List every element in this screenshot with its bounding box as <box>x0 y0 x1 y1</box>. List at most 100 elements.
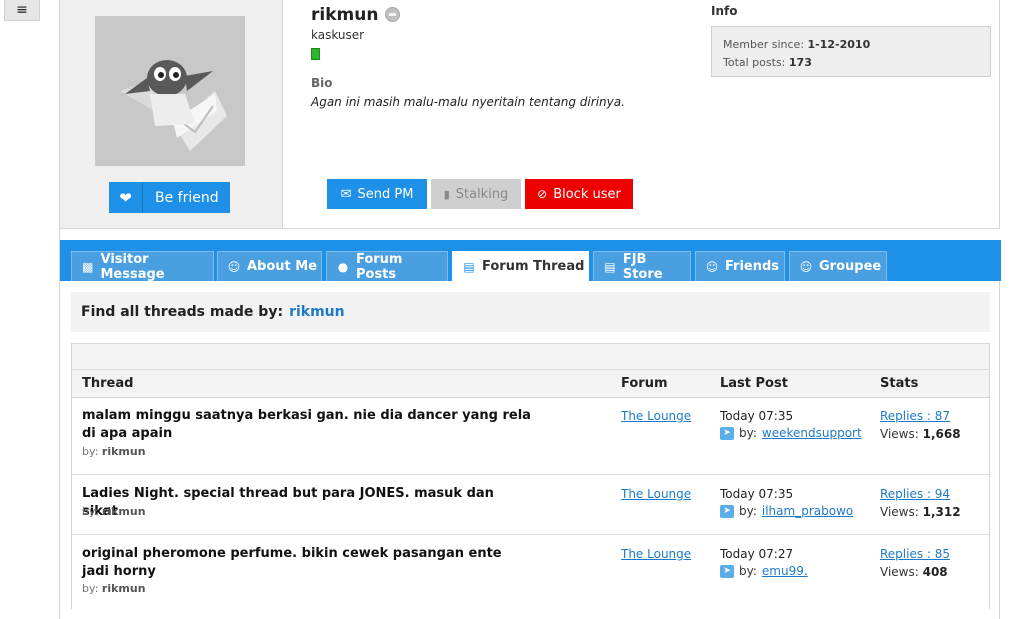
heart-icon: ❤ <box>109 182 143 213</box>
find-threads-bar: Find all threads made by: rikmun <box>71 292 990 332</box>
thread-author: by: rikmun <box>82 505 146 518</box>
views-label: Views: <box>880 565 919 579</box>
person-icon: ☺ <box>705 259 719 274</box>
tab-forum-thread[interactable]: ▤ Forum Thread <box>452 251 589 281</box>
forum-link[interactable]: The Lounge <box>621 409 691 423</box>
stalking-label: Stalking <box>455 186 509 202</box>
speech-bubble-icon: ● <box>337 259 349 274</box>
send-pm-button[interactable]: ✉ Send PM <box>327 179 427 209</box>
author-name[interactable]: rikmun <box>102 505 146 518</box>
kaskus-mascot-avatar-icon <box>95 16 245 166</box>
tab-fjb-store[interactable]: ▤ FJB Store <box>593 251 691 282</box>
by-label: by: <box>739 564 757 578</box>
tab-visitor-message[interactable]: ▩ Visitor Message <box>71 251 214 282</box>
header-forum: Forum <box>621 376 668 391</box>
block-user-button[interactable]: ⊘ Block user <box>525 179 633 209</box>
last-post-by: ➤ by: weekendsupport <box>720 426 862 440</box>
thread-title-link[interactable]: original pheromone perfume. bikin cewek … <box>82 545 532 581</box>
thread-title-link[interactable]: Ladies Night. special thread but para JO… <box>82 485 532 521</box>
avatar <box>95 16 245 166</box>
header-last-post: Last Post <box>720 376 788 391</box>
tab-friends[interactable]: ☺ Friends <box>695 251 785 281</box>
person-icon: ☺ <box>227 259 241 274</box>
views-value: 1,312 <box>922 505 961 519</box>
calendar-icon: ▤ <box>463 259 475 274</box>
last-poster-link[interactable]: ilham_prabowo <box>762 504 853 518</box>
offline-status-icon <box>385 7 400 22</box>
profile-tabs-section: ▩ Visitor Message ☺ About Me ● Forum Pos… <box>59 240 1001 619</box>
replies-link[interactable]: Replies : 87 <box>880 409 950 423</box>
header-thread: Thread <box>82 376 134 391</box>
member-since-value: 1-12-2010 <box>807 38 871 51</box>
by-label: by: <box>82 505 99 518</box>
bookmark-icon: ▮ <box>443 187 450 201</box>
tab-label: Forum Thread <box>482 259 585 274</box>
tab-bar: ▩ Visitor Message ☺ About Me ● Forum Pos… <box>60 240 1001 282</box>
table-row: original pheromone perfume. bikin cewek … <box>72 535 989 611</box>
last-post-by: ➤ by: emu99. <box>720 564 808 578</box>
total-posts-row: Total posts: 173 <box>723 54 979 72</box>
thread-author: by: rikmun <box>82 445 146 458</box>
author-name[interactable]: rikmun <box>102 582 146 595</box>
last-post-time: Today 07:35 <box>720 487 794 501</box>
find-label: Find all threads made by: <box>81 304 284 320</box>
reputation-bar <box>311 48 320 60</box>
forum-link[interactable]: The Lounge <box>621 487 691 501</box>
last-post-time: Today 07:27 <box>720 547 794 561</box>
block-user-label: Block user <box>553 186 621 202</box>
table-row: malam minggu saatnya berkasi gan. nie di… <box>72 398 989 475</box>
last-poster-link[interactable]: emu99. <box>762 564 808 578</box>
eye-slash-icon: ⊘ <box>537 187 548 201</box>
views-value: 1,668 <box>922 427 961 441</box>
last-post-by: ➤ by: ilham_prabowo <box>720 504 853 518</box>
by-label: by: <box>82 582 99 595</box>
info-label: Info <box>711 4 738 18</box>
member-since-label: Member since: <box>723 38 805 51</box>
bio-text: Agan ini masih malu-malu nyeritain tenta… <box>311 95 625 109</box>
go-to-last-post-icon[interactable]: ➤ <box>720 564 734 578</box>
views-count: Views: 408 <box>880 565 948 579</box>
views-value: 408 <box>922 565 948 579</box>
tab-label: About Me <box>247 259 318 274</box>
group-icon: ☺ <box>799 259 813 274</box>
by-label: by: <box>739 426 757 440</box>
member-since-row: Member since: 1-12-2010 <box>723 36 979 54</box>
tab-groupee[interactable]: ☺ Groupee <box>789 251 887 281</box>
table-top-strip <box>72 344 989 370</box>
replies-link[interactable]: Replies : 85 <box>880 547 950 561</box>
be-friend-button[interactable]: ❤ Be friend <box>109 182 230 213</box>
header-stats: Stats <box>880 376 919 391</box>
views-count: Views: 1,668 <box>880 427 961 441</box>
info-box: Member since: 1-12-2010 Total posts: 173 <box>711 26 991 77</box>
send-pm-label: Send PM <box>357 186 414 202</box>
total-posts-value: 173 <box>788 56 812 69</box>
views-label: Views: <box>880 427 919 441</box>
menu-toggle-button[interactable]: ≡ <box>4 0 40 21</box>
by-label: by: <box>82 445 99 458</box>
find-username-link[interactable]: rikmun <box>289 304 345 320</box>
message-board-icon: ▩ <box>82 259 94 274</box>
table-header: Thread Forum Last Post Stats <box>72 370 989 398</box>
avatar-column: ❤ Be friend <box>60 0 283 228</box>
by-label: by: <box>739 504 757 518</box>
last-poster-link[interactable]: weekendsupport <box>762 426 862 440</box>
last-post-time: Today 07:35 <box>720 409 794 423</box>
bio-label: Bio <box>311 76 333 90</box>
thread-title-link[interactable]: malam minggu saatnya berkasi gan. nie di… <box>82 407 532 443</box>
envelope-icon: ✉ <box>340 186 352 202</box>
go-to-last-post-icon[interactable]: ➤ <box>720 504 734 518</box>
go-to-last-post-icon[interactable]: ➤ <box>720 426 734 440</box>
tab-label: Visitor Message <box>100 251 165 282</box>
tab-label: FJB Store <box>622 251 663 282</box>
replies-link[interactable]: Replies : 94 <box>880 487 950 501</box>
tab-forum-posts[interactable]: ● Forum Posts <box>326 251 448 282</box>
user-title: kaskuser <box>311 28 365 42</box>
hamburger-icon: ≡ <box>16 2 28 18</box>
author-name[interactable]: rikmun <box>102 445 146 458</box>
stalking-button[interactable]: ▮ Stalking <box>431 179 521 209</box>
table-row: Ladies Night. special thread but para JO… <box>72 475 989 535</box>
tab-about-me[interactable]: ☺ About Me <box>217 251 322 281</box>
forum-link[interactable]: The Lounge <box>621 547 691 561</box>
thread-author: by: rikmun <box>82 582 146 595</box>
tab-label: Forum Posts <box>355 251 403 282</box>
